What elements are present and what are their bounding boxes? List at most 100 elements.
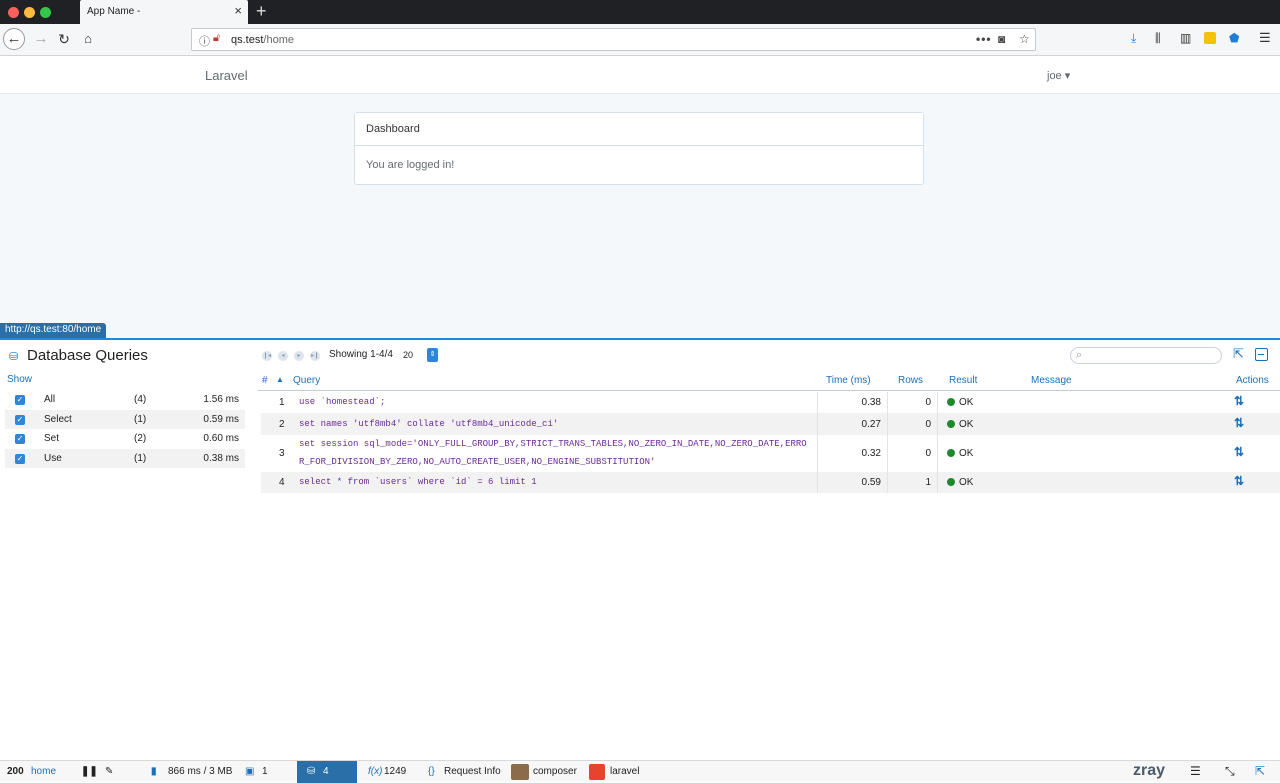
col-query[interactable]: Query: [293, 375, 320, 386]
minimize-icon[interactable]: ⤡: [1225, 764, 1235, 779]
filter-row[interactable]: ✓ Select (1) 0.59 ms: [5, 409, 245, 429]
ok-status-icon: [947, 398, 955, 406]
column-divider: [887, 472, 888, 493]
request-info-tab[interactable]: Request Info: [444, 766, 501, 777]
pause-icon[interactable]: ❚❚: [81, 766, 98, 777]
query-result: OK: [947, 448, 973, 459]
filter-row[interactable]: ✓ All (4) 1.56 ms: [5, 390, 245, 410]
composer-tab[interactable]: composer: [533, 766, 577, 777]
filter-count: (4): [134, 394, 147, 405]
user-menu[interactable]: joe ▾: [1047, 69, 1070, 82]
tab-title: App Name -: [87, 6, 141, 17]
filter-time: 0.59 ms: [203, 413, 239, 425]
query-result: OK: [947, 419, 973, 430]
query-time: 0.59: [861, 477, 881, 488]
tab-close-icon[interactable]: ×: [234, 4, 242, 18]
collapse-icon[interactable]: [1255, 348, 1268, 361]
url-bar[interactable]: ⓘ 🔓︎ qs.test/home ••• ◙ ☆: [191, 28, 1036, 51]
next-page-icon[interactable]: ▸: [294, 351, 304, 361]
info-icon[interactable]: ⓘ: [199, 33, 210, 49]
forward-arrow-icon[interactable]: →: [30, 28, 52, 50]
per-page-select[interactable]: 20 ⇕: [396, 348, 438, 362]
checkbox-icon[interactable]: ✓: [15, 414, 25, 425]
column-divider: [937, 392, 938, 413]
checkbox-icon[interactable]: ✓: [15, 434, 25, 444]
insecure-lock-icon[interactable]: 🔓︎: [213, 32, 220, 45]
url-host: qs.test: [231, 34, 264, 46]
bookmark-star-icon[interactable]: ☆: [1019, 32, 1030, 46]
brand-link[interactable]: Laravel: [205, 68, 248, 83]
table-row[interactable]: 1 use `homestead`; 0.38 0 OK ⇅: [261, 392, 1280, 413]
ok-status-icon: [947, 478, 955, 486]
filter-count: (1): [134, 413, 147, 425]
chart-icon: ▮: [151, 766, 157, 777]
query-result: OK: [947, 397, 973, 408]
prev-page-icon[interactable]: ◂: [278, 351, 288, 361]
pocket-icon[interactable]: ◙: [998, 32, 1005, 46]
queries-tab[interactable]: ⛁ 4: [297, 761, 357, 783]
function-count[interactable]: 1249: [384, 766, 406, 777]
backtrace-icon[interactable]: ⇅: [1234, 394, 1244, 408]
home-icon[interactable]: ⌂: [77, 28, 99, 50]
popout-icon[interactable]: ⇱: [1255, 764, 1265, 778]
route-link[interactable]: home: [31, 766, 56, 777]
filter-time: 0.38 ms: [203, 452, 239, 464]
plugin-icon[interactable]: ✎: [105, 766, 113, 777]
col-rows[interactable]: Rows: [898, 375, 923, 386]
last-page-icon[interactable]: ▸❙: [310, 351, 320, 361]
backtrace-icon[interactable]: ⇅: [1234, 445, 1244, 459]
sidebar-icon[interactable]: ▥: [1180, 31, 1191, 45]
pagination-info: Showing 1-4/4: [329, 349, 393, 360]
query-rows: 0: [925, 419, 931, 430]
card-title: Dashboard: [355, 113, 923, 146]
query-time: 0.32: [861, 448, 881, 459]
status-code: 200: [7, 766, 24, 777]
library-icon[interactable]: ⫼: [1155, 31, 1161, 46]
laravel-icon: [589, 764, 605, 780]
reload-icon[interactable]: ↻: [53, 28, 75, 50]
first-page-icon[interactable]: ❙◂: [262, 351, 272, 361]
braces-icon: {}: [428, 766, 435, 777]
filter-time: 0.60 ms: [203, 433, 239, 444]
function-icon: f(x): [368, 766, 383, 777]
notification-icon[interactable]: ⬟: [1229, 31, 1239, 45]
table-row[interactable]: 2 set names 'utf8mb4' collate 'utf8mb4_u…: [261, 413, 1280, 435]
query-rows: 0: [925, 448, 931, 459]
col-result[interactable]: Result: [949, 375, 977, 386]
perf-summary[interactable]: 866 ms / 3 MB: [168, 766, 232, 777]
col-time[interactable]: Time (ms): [826, 375, 871, 386]
table-row[interactable]: 4 select * from `users` where `id` = 6 l…: [261, 472, 1280, 493]
menu-icon[interactable]: ☰: [1259, 30, 1271, 46]
col-message[interactable]: Message: [1031, 375, 1072, 386]
page-actions-icon[interactable]: •••: [976, 32, 992, 46]
column-divider: [817, 392, 818, 413]
col-num[interactable]: #: [262, 375, 268, 386]
browser-tab[interactable]: App Name - ×: [80, 0, 248, 24]
checkbox-icon[interactable]: ✓: [15, 395, 25, 405]
export-icon[interactable]: ⇱: [1233, 346, 1244, 362]
minimize-window-button[interactable]: [24, 7, 35, 18]
result-text: OK: [959, 477, 974, 488]
filter-name: All: [44, 394, 56, 405]
close-window-button[interactable]: [8, 7, 19, 18]
sort-asc-icon[interactable]: ▲: [276, 375, 284, 384]
backtrace-icon[interactable]: ⇅: [1234, 416, 1244, 430]
panel-title: Database Queries: [27, 347, 148, 364]
menu-icon[interactable]: ☰: [1190, 764, 1201, 778]
new-tab-icon[interactable]: +: [256, 1, 267, 21]
search-input[interactable]: ⌕: [1070, 347, 1222, 364]
maximize-window-button[interactable]: [40, 7, 51, 18]
table-row[interactable]: 3 set session sql_mode='ONLY_FULL_GROUP_…: [261, 435, 1280, 472]
download-icon[interactable]: ⤓: [1131, 31, 1136, 46]
select-arrows-icon[interactable]: ⇕: [427, 348, 438, 362]
page-count[interactable]: 1: [262, 766, 268, 777]
laravel-tab[interactable]: laravel: [610, 766, 639, 777]
back-arrow-icon[interactable]: ←: [3, 28, 25, 50]
backtrace-icon[interactable]: ⇅: [1234, 474, 1244, 488]
extension-icon[interactable]: [1204, 32, 1216, 44]
filter-row[interactable]: ✓ Use (1) 0.38 ms: [5, 448, 245, 468]
col-actions: Actions: [1236, 375, 1269, 386]
filter-row[interactable]: ✓ Set (2) 0.60 ms: [5, 429, 245, 449]
browser-nav-bar: ← → ↻ ⌂ ⓘ 🔓︎ qs.test/home ••• ◙ ☆ ⤓ ⫼ ▥ …: [0, 24, 1280, 56]
checkbox-icon[interactable]: ✓: [15, 453, 25, 464]
